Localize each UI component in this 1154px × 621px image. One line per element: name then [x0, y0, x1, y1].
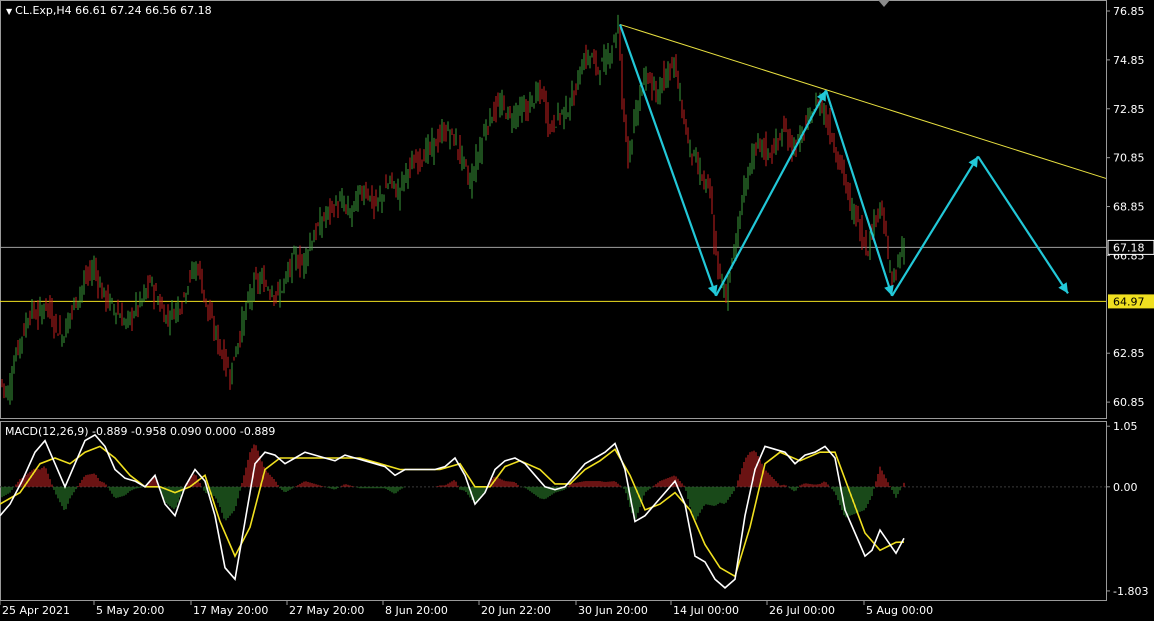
projection-arrow-segment [715, 89, 827, 297]
chart-shift-marker-icon [878, 0, 890, 7]
y-tick-label: 72.85 [1113, 103, 1145, 116]
y-tick-label: 60.85 [1113, 396, 1145, 409]
level-price-tag-label: 64.97 [1113, 295, 1145, 308]
chart-frames [0, 0, 1107, 601]
current-price-tag-label: 67.18 [1113, 241, 1145, 254]
x-tick-label: 17 May 20:00 [193, 604, 268, 617]
y-tick-label: 76.85 [1113, 5, 1145, 18]
signal-line [0, 445, 905, 578]
x-tick-label: 20 Jun 22:00 [481, 604, 551, 617]
macd-y-tick-label: 1.05 [1113, 420, 1138, 433]
y-tick-label: 62.85 [1113, 347, 1145, 360]
y-tick-label: 70.85 [1113, 152, 1145, 165]
x-tick-label: 27 May 20:00 [289, 604, 364, 617]
y-tick-label: 68.85 [1113, 201, 1145, 214]
price-tags: 67.18 64.97 [1107, 239, 1154, 309]
price-panel-frame [0, 0, 1107, 419]
x-tick-label: 5 Aug 00:00 [866, 604, 933, 617]
macd-y-tick-label: -1.803 [1113, 585, 1148, 598]
macd-panel-frame [0, 421, 1107, 601]
annotations [618, 23, 1107, 297]
chart-canvas[interactable]: 76.8574.8572.8570.8568.8566.8562.8560.85… [0, 0, 1154, 621]
x-tick-label: 26 Jul 00:00 [769, 604, 835, 617]
x-tick-label: 25 Apr 2021 [2, 604, 70, 617]
projection-arrow-segment [891, 155, 979, 297]
x-tick-label: 30 Jun 20:00 [578, 604, 648, 617]
x-axis: 25 Apr 2021 5 May 20:00 17 May 20:00 27 May… [0, 600, 933, 617]
macd-line [0, 433, 905, 589]
horizontal-levels [0, 246, 1106, 488]
arrowhead-icon [1058, 282, 1068, 294]
macd-y-tick-label: 0.00 [1113, 481, 1138, 494]
projection-arrow-segment [824, 90, 894, 297]
x-tick-label: 5 May 20:00 [96, 604, 164, 617]
macd-lines [0, 433, 905, 589]
x-tick-label: 14 Jul 00:00 [673, 604, 739, 617]
projection-arrow-segment [977, 155, 1069, 294]
downward-trendline [619, 23, 1107, 179]
candles [1, 14, 905, 405]
x-tick-label: 8 Jun 20:00 [385, 604, 448, 617]
y-tick-label: 74.85 [1113, 54, 1145, 67]
